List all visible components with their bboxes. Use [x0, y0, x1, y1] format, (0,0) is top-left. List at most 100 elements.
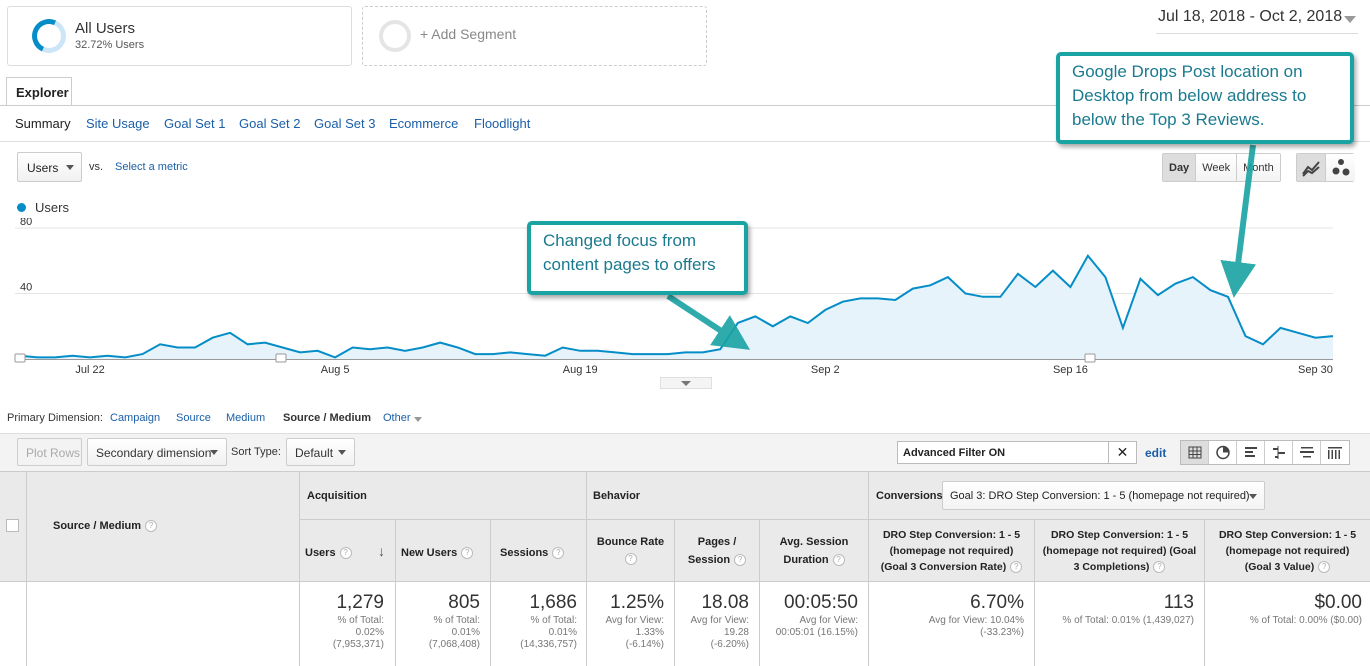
select-metric-link[interactable]: Select a metric — [115, 161, 188, 173]
col-conv-rate-label-1: DRO Step Conversion: 1 - 5 — [882, 529, 1021, 541]
col-conv-rate-label-3: (Goal 3 Conversion Rate) — [880, 561, 1007, 573]
group-behavior: Behavior — [593, 490, 641, 502]
col-new-users-label: New Users — [401, 547, 458, 559]
line-chart-button[interactable] — [1297, 154, 1326, 181]
table-view-button[interactable] — [1181, 441, 1209, 464]
group-acquisition: Acquisition — [307, 490, 367, 502]
term-cloud-icon — [1300, 447, 1314, 458]
annotation-marker-icon[interactable] — [1084, 353, 1096, 363]
period-month-button[interactable]: Month — [1237, 154, 1280, 181]
select-all-checkbox[interactable] — [6, 519, 19, 532]
close-icon[interactable]: ✕ — [1108, 442, 1136, 463]
col-conversion-rate[interactable]: DRO Step Conversion: 1 - 5 (homepage not … — [869, 527, 1034, 575]
annotation-marker-icon[interactable] — [275, 353, 287, 363]
total-pages-session-sub-3: (-6.20%) — [710, 639, 749, 650]
col-bounce-rate[interactable]: Bounce Rate? — [587, 534, 674, 566]
advanced-filter-input[interactable]: Advanced Filter ON ✕ — [897, 441, 1137, 464]
total-bounce-rate-sub-1: Avg for View: — [605, 615, 664, 626]
motion-chart-button[interactable] — [1326, 154, 1355, 181]
metric-select[interactable]: Users — [17, 152, 82, 182]
date-range-picker[interactable]: Jul 18, 2018 - Oct 2, 2018 — [1156, 8, 1358, 34]
subtab-goal-set-1[interactable]: Goal Set 1 — [164, 116, 225, 131]
dimension-source[interactable]: Source — [176, 412, 211, 424]
help-icon: ? — [624, 553, 637, 566]
col-conv-rate-label-2: (homepage not required) — [889, 545, 1014, 557]
advanced-filter-text: Advanced Filter ON — [903, 447, 1006, 459]
col-goal-value[interactable]: DRO Step Conversion: 1 - 5 (homepage not … — [1205, 527, 1370, 575]
dimension-other-label: Other — [383, 412, 411, 424]
col-users[interactable]: Users? ↓ — [305, 543, 390, 561]
total-new-users-sub-2: 0.01% — [451, 627, 480, 638]
dimension-source-medium[interactable]: Source / Medium — [283, 412, 371, 424]
col-completions[interactable]: DRO Step Conversion: 1 - 5 (homepage not … — [1035, 527, 1204, 575]
chevron-down-icon — [1249, 494, 1257, 499]
sort-type-select[interactable]: Default — [286, 438, 355, 466]
secondary-dimension-label: Secondary dimension — [96, 446, 212, 460]
total-conv-rate-sub-2: (-33.23%) — [980, 627, 1024, 638]
total-completions-value: 113 — [1163, 592, 1194, 613]
pivot-icon — [1328, 447, 1342, 459]
col-pages-session[interactable]: Pages / Session? — [675, 534, 759, 568]
term-cloud-view-button[interactable] — [1293, 441, 1321, 464]
subtab-goal-set-3[interactable]: Goal Set 3 — [314, 116, 375, 131]
add-segment-label: + Add Segment — [420, 26, 517, 42]
subtab-floodlight[interactable]: Floodlight — [474, 116, 530, 131]
total-goal-value-value: $0.00 — [1314, 592, 1362, 613]
col-pages-session-label-1: Pages / — [697, 536, 737, 548]
x-tick-label: Aug 19 — [563, 364, 598, 376]
annotation-callout-google-text: Google Drops Post location on Desktop fr… — [1072, 62, 1307, 129]
total-users-sub-3: (7,953,371) — [332, 639, 384, 650]
sort-type-value: Default — [295, 446, 334, 460]
subtab-site-usage[interactable]: Site Usage — [86, 116, 150, 131]
total-pages-session-sub: Avg for View: 19.28 (-6.20%) — [675, 615, 749, 651]
header-bottom-divider — [0, 581, 1370, 582]
tab-explorer[interactable]: Explorer — [6, 77, 72, 106]
add-segment-button[interactable]: + Add Segment — [362, 6, 707, 66]
vs-label: vs. — [89, 161, 104, 173]
pivot-view-button[interactable] — [1321, 441, 1349, 464]
col-avg-duration[interactable]: Avg. Session Duration? — [760, 534, 868, 568]
pie-view-button[interactable] — [1209, 441, 1237, 464]
secondary-dimension-select[interactable]: Secondary dimension — [87, 438, 227, 466]
dimension-campaign[interactable]: Campaign — [110, 412, 160, 424]
empty-ring-icon — [379, 20, 411, 52]
help-icon: ? — [1318, 561, 1331, 574]
y-tick-label: 80 — [20, 218, 32, 228]
primary-dimension-label: Primary Dimension: — [7, 412, 103, 424]
chart-collapse-handle[interactable] — [660, 377, 712, 389]
col-sessions[interactable]: Sessions? — [500, 545, 585, 561]
total-sessions-sub-2: 0.01% — [548, 627, 577, 638]
dimension-header-text: Source / Medium — [53, 520, 142, 532]
total-pages-session-sub-2: 19.28 — [723, 627, 749, 638]
total-avg-duration-sub-2: 00:05:01 (16.15%) — [775, 627, 858, 638]
subtab-ecommerce[interactable]: Ecommerce — [389, 116, 458, 131]
dimension-medium[interactable]: Medium — [226, 412, 265, 424]
help-icon: ? — [461, 547, 474, 560]
edit-filter-link[interactable]: edit — [1145, 446, 1166, 460]
y-tick-label: 40 — [20, 282, 32, 294]
chevron-down-icon — [338, 450, 346, 455]
dimension-other[interactable]: Other — [383, 412, 422, 424]
segment-all-users[interactable]: All Users 32.72% Users — [7, 6, 352, 66]
total-conv-rate-sub-1: Avg for View: 10.04% — [928, 615, 1024, 626]
total-pages-session-value: 18.08 — [701, 592, 749, 613]
goal-select[interactable]: Goal 3: DRO Step Conversion: 1 - 5 (home… — [942, 481, 1265, 510]
dimension-column-header[interactable]: Source / Medium? — [53, 520, 158, 533]
col-avg-duration-label-2: Duration — [783, 554, 829, 566]
annotation-marker-icon[interactable] — [14, 353, 26, 363]
comparison-view-button[interactable] — [1265, 441, 1293, 464]
total-new-users-value: 805 — [448, 592, 480, 613]
chevron-down-icon — [210, 450, 218, 455]
total-avg-duration-value: 00:05:50 — [784, 592, 858, 613]
period-week-button[interactable]: Week — [1196, 154, 1238, 181]
subtab-goal-set-2[interactable]: Goal Set 2 — [239, 116, 300, 131]
table-view-toggle — [1180, 440, 1350, 465]
plot-rows-button[interactable]: Plot Rows — [17, 438, 82, 466]
col-new-users[interactable]: New Users? — [401, 545, 486, 561]
performance-view-button[interactable] — [1237, 441, 1265, 464]
subtab-summary[interactable]: Summary — [15, 116, 71, 131]
group-conversions: Conversions — [876, 490, 943, 502]
period-day-button[interactable]: Day — [1163, 154, 1197, 181]
pie-chart-icon — [1216, 445, 1230, 460]
date-range-text: Jul 18, 2018 - Oct 2, 2018 — [1158, 8, 1343, 25]
